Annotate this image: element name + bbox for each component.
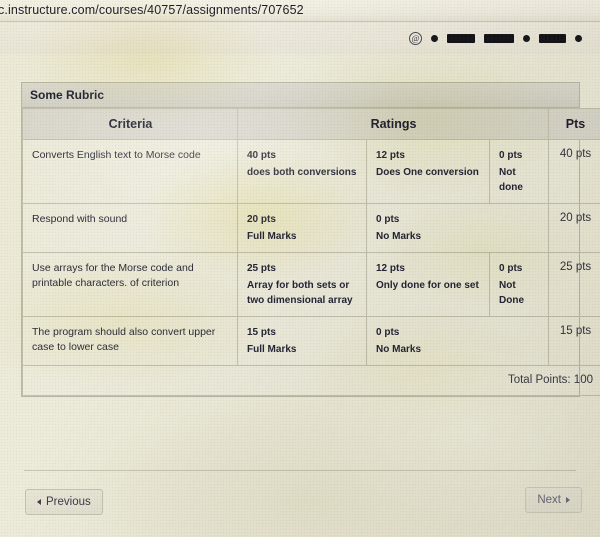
redacted-dot-3 (575, 34, 582, 42)
redacted-dot-1 (431, 34, 438, 42)
browser-toolbar: @ (0, 22, 600, 54)
url-bar-text[interactable]: c.instructure.com/courses/40757/assignme… (0, 3, 304, 17)
rating-points: 0 pts (376, 327, 400, 338)
rating-points: 12 pts (376, 150, 405, 161)
page-content: Some Rubric Criteria Ratings Pts Convert… (0, 54, 600, 537)
column-header-criteria: Criteria (22, 108, 238, 140)
rating-description: Only done for one set (376, 280, 479, 291)
rating-cell[interactable]: 40 pts does both conversions (237, 139, 367, 204)
rubric-header-row: Criteria Ratings Pts (22, 108, 600, 140)
previous-button-label: Previous (46, 496, 91, 508)
rating-cell[interactable]: 0 pts Not done (489, 139, 549, 204)
redacted-bar-3 (539, 33, 566, 43)
assignment-nav: Previous Next (0, 479, 600, 519)
criterion-points: 20 pts (548, 203, 600, 253)
rating-description: does both conversions (247, 167, 357, 178)
rating-cell[interactable]: 0 pts No Marks (366, 203, 549, 253)
rubric-header: Some Rubric (22, 83, 579, 108)
rating-points: 0 pts (376, 214, 400, 225)
browser-chrome: c.instructure.com/courses/40757/assignme… (0, 0, 600, 22)
criterion-points: 25 pts (548, 252, 600, 317)
chevron-right-icon (566, 497, 570, 503)
rating-cell[interactable]: 20 pts Full Marks (237, 203, 367, 253)
table-row: Converts English text to Morse code 40 p… (22, 139, 600, 204)
criterion-description: Respond with sound (22, 203, 238, 253)
rating-description: Does One conversion (376, 167, 479, 178)
rating-description: No Marks (376, 344, 422, 355)
rating-points: 25 pts (247, 263, 276, 274)
redacted-dot-2 (523, 34, 530, 42)
next-button-label: Next (537, 494, 561, 506)
total-points-row: Total Points: 100 (22, 365, 600, 396)
rubric-table: Criteria Ratings Pts Converts English te… (22, 108, 600, 396)
rating-cell[interactable]: 12 pts Only done for one set (366, 252, 490, 317)
previous-button[interactable]: Previous (25, 489, 103, 515)
column-header-pts: Pts (548, 108, 600, 140)
rubric-title: Some Rubric (30, 88, 105, 102)
next-button[interactable]: Next (525, 487, 582, 513)
rating-points: 0 pts (499, 150, 523, 161)
rating-cell[interactable]: 0 pts No Marks (366, 316, 549, 366)
rating-cell[interactable]: 0 pts Not Done (489, 252, 549, 317)
rating-cell[interactable]: 25 pts Array for both sets or two dimens… (237, 252, 367, 317)
nav-divider (24, 470, 576, 471)
rubric-table-body: Converts English text to Morse code 40 p… (22, 139, 600, 396)
redacted-bar-2 (484, 33, 514, 43)
table-row: Respond with sound 20 pts Full Marks 0 p… (22, 203, 600, 253)
criterion-description: Converts English text to Morse code (22, 139, 238, 204)
rating-description: Full Marks (247, 231, 297, 242)
rating-points: 20 pts (247, 214, 276, 225)
redacted-bar-1 (447, 33, 475, 43)
criterion-description: The program should also convert upper ca… (22, 316, 238, 366)
criterion-description: Use arrays for the Morse code and printa… (22, 252, 238, 317)
table-row: The program should also convert upper ca… (22, 316, 600, 366)
rating-description: Array for both sets or two dimensional a… (247, 280, 353, 306)
rating-cell[interactable]: 15 pts Full Marks (237, 316, 367, 366)
chevron-left-icon (37, 499, 41, 505)
rating-points: 40 pts (247, 150, 276, 161)
at-sign-icon[interactable]: @ (409, 31, 422, 45)
column-header-ratings: Ratings (237, 108, 549, 140)
rating-description: Full Marks (247, 344, 297, 355)
rating-cell[interactable]: 12 pts Does One conversion (366, 139, 490, 204)
rating-points: 0 pts (499, 263, 523, 274)
rating-points: 12 pts (376, 263, 405, 274)
rating-description: No Marks (376, 231, 422, 242)
rating-points: 15 pts (247, 327, 276, 338)
criterion-points: 40 pts (548, 139, 600, 204)
criterion-points: 15 pts (548, 316, 600, 366)
rubric-table-head: Criteria Ratings Pts (22, 108, 600, 140)
rating-description: Not done (499, 167, 523, 193)
total-points-label: Total Points: 100 (22, 365, 600, 396)
table-row: Use arrays for the Morse code and printa… (22, 252, 600, 317)
rating-description: Not Done (499, 280, 524, 306)
rubric-panel: Some Rubric Criteria Ratings Pts Convert… (21, 82, 600, 397)
